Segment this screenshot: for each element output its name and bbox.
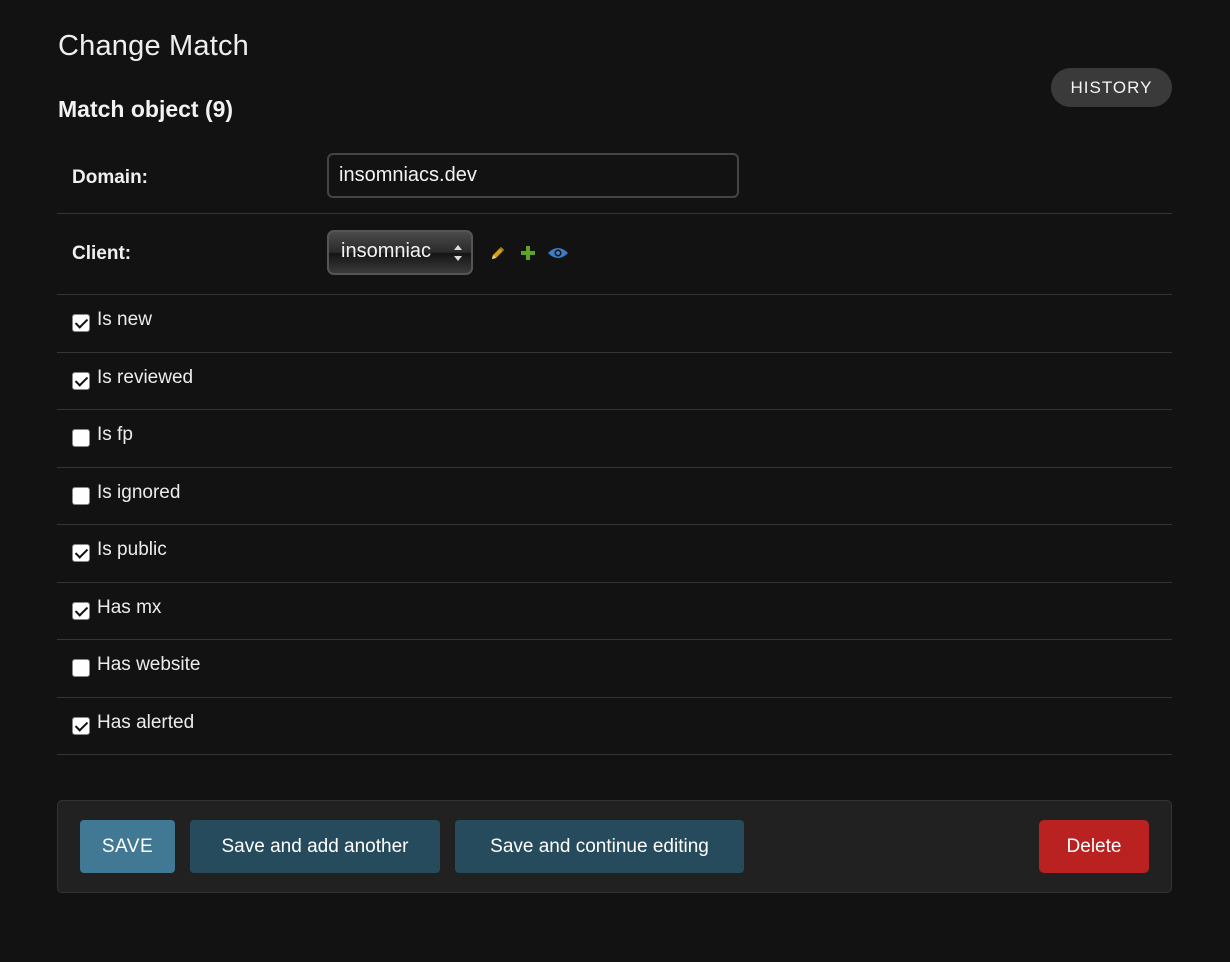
checkbox-row: Is public [57,525,1172,583]
change-form: Domain: insomniacs.dev Client: insomniac [57,153,1172,755]
checkbox-label: Has alerted [97,711,195,733]
eye-icon[interactable] [547,242,569,264]
is-ignored-checkbox[interactable] [72,486,90,505]
submit-row: SAVE Save and add another Save and conti… [57,800,1172,893]
save-and-add-another-button[interactable]: Save and add another [190,820,440,873]
client-label: Client: [72,243,132,264]
save-button[interactable]: SAVE [80,820,175,873]
is-reviewed-checkbox[interactable] [72,371,90,390]
checkbox-label: Is new [97,309,152,330]
domain-label: Domain: [72,167,148,188]
checkbox-row: Is reviewed [57,353,1172,410]
checkbox-row: Has alerted [57,698,1172,755]
checkbox-label: Is ignored [97,481,181,503]
is-fp-checkbox[interactable] [72,429,90,447]
client-select-value: insomniac [341,240,432,262]
plus-icon[interactable] [517,242,539,264]
has-website-checkbox[interactable] [72,659,90,677]
domain-input[interactable]: insomniacs.dev [327,153,739,198]
save-and-continue-button[interactable]: Save and continue editing [455,820,744,873]
domain-row: Domain: insomniacs.dev [57,153,1172,214]
client-row: Client: insomniac [57,214,1172,295]
is-new-checkbox[interactable] [72,314,90,332]
has-alerted-checkbox[interactable] [72,716,90,735]
checkbox-row: Has website [57,640,1172,698]
select-arrows-icon [454,245,462,261]
history-button[interactable]: HISTORY [1051,68,1172,107]
has-mx-checkbox[interactable] [72,601,90,620]
is-public-checkbox[interactable] [72,544,90,562]
pencil-icon[interactable] [487,242,509,264]
checkbox-row: Is ignored [57,468,1172,525]
delete-button[interactable]: Delete [1039,820,1149,873]
page-title: Change Match [58,30,250,62]
object-title: Match object (9) [58,96,234,122]
checkbox-row: Is fp [57,410,1172,468]
client-select[interactable]: insomniac [327,230,473,275]
checkbox-label: Has website [97,654,201,675]
checkbox-row: Is new [57,295,1172,353]
checkbox-label: Is reviewed [97,366,194,388]
checkbox-label: Is public [97,539,167,560]
checkbox-label: Is fp [97,424,133,445]
checkbox-label: Has mx [97,596,162,618]
checkbox-row: Has mx [57,583,1172,640]
